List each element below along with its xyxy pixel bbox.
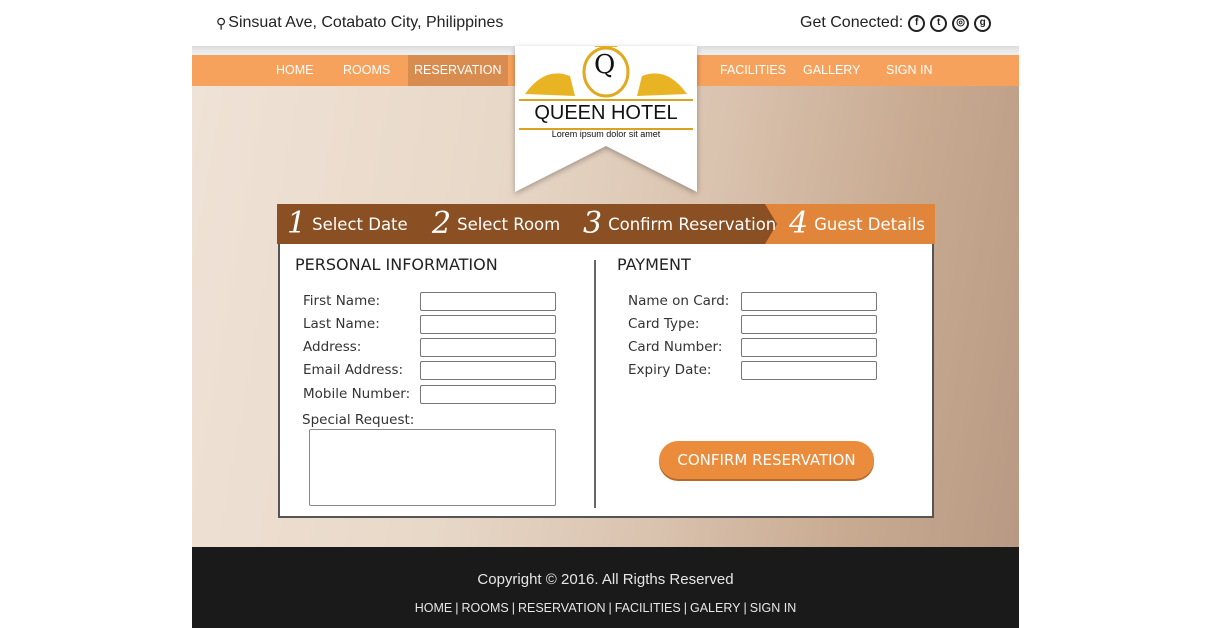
special-request-label: Special Request:	[302, 412, 415, 428]
confirm-reservation-button[interactable]: CONFIRM RESERVATION	[659, 441, 874, 479]
name-on-card-input[interactable]	[741, 292, 877, 311]
address-label: Address:	[303, 339, 362, 355]
footer-link-home[interactable]: HOME	[415, 601, 453, 615]
nav-sign-in[interactable]: SIGN IN	[880, 55, 939, 86]
payment-title: PAYMENT	[617, 255, 691, 274]
footer-link-facilities[interactable]: FACILITIES	[615, 601, 681, 615]
logo-tagline: Lorem ipsum dolor sit amet	[551, 129, 661, 139]
location-pin-icon: ⚲	[216, 14, 227, 31]
address-input[interactable]	[420, 338, 556, 357]
step-select-room[interactable]: 2 Select Room	[432, 204, 560, 244]
card-type-input[interactable]	[741, 315, 877, 334]
mobile-input[interactable]	[420, 385, 556, 404]
last-name-label: Last Name:	[303, 316, 380, 332]
footer-links: HOME | ROOMS | RESERVATION | FACILITIES | GALERY…	[414, 601, 797, 615]
section-divider	[594, 260, 596, 508]
nav-facilities[interactable]: FACILITIES	[714, 55, 792, 86]
copyright: Copyright © 2016. All Rigths Reserved	[477, 571, 734, 588]
guest-details-form: PERSONAL INFORMATION First Name: Last Na…	[278, 244, 934, 518]
footer-link-reservation[interactable]: RESERVATION	[518, 601, 606, 615]
nav-gallery[interactable]: GALLERY	[797, 55, 866, 86]
step-select-date[interactable]: 1 Select Date	[287, 204, 408, 244]
step-guest-details[interactable]: 4 Guest Details	[789, 204, 925, 244]
email-input[interactable]	[420, 361, 556, 380]
name-on-card-label: Name on Card:	[628, 293, 730, 309]
nav-home[interactable]: HOME	[270, 55, 320, 86]
email-label: Email Address:	[303, 362, 404, 378]
special-request-textarea[interactable]	[309, 429, 556, 506]
first-name-label: First Name:	[303, 293, 381, 309]
logo-name: QUEEN HOTEL	[534, 102, 678, 124]
nav-rooms[interactable]: ROOMS	[337, 55, 396, 86]
address: ⚲ Sinsuat Ave, Cotabato City, Philippine…	[216, 14, 504, 31]
first-name-input[interactable]	[420, 292, 556, 311]
mobile-label: Mobile Number:	[303, 386, 411, 402]
step-confirm-reservation[interactable]: 3 Confirm Reservation	[583, 204, 776, 244]
card-number-input[interactable]	[741, 338, 877, 357]
social-links: Get Conected: f t ◎ g	[800, 14, 992, 32]
footer-link-sign-in[interactable]: SIGN IN	[750, 601, 797, 615]
social-label: Get Conected:	[800, 14, 904, 31]
footer-link-rooms[interactable]: ROOMS	[461, 601, 508, 615]
expiry-date-label: Expiry Date:	[628, 362, 712, 378]
card-number-label: Card Number:	[628, 339, 723, 355]
twitter-icon[interactable]: t	[930, 14, 948, 32]
hotel-logo[interactable]: Q QUEEN HOTEL Lorem ipsum dolor sit amet	[515, 46, 697, 192]
facebook-icon[interactable]: f	[908, 14, 926, 32]
reservation-steps: 1 Select Date 2 Select Room 3 Confirm Reser…	[277, 204, 935, 244]
footer: Copyright © 2016. All Rigths Reserved HO…	[192, 547, 1019, 628]
google-plus-icon[interactable]: g	[974, 14, 992, 32]
logo-letter: Q	[594, 50, 616, 80]
expiry-date-input[interactable]	[741, 361, 877, 380]
last-name-input[interactable]	[420, 315, 556, 334]
footer-link-gallery[interactable]: GALERY	[690, 601, 741, 615]
card-type-label: Card Type:	[628, 316, 700, 332]
personal-info-title: PERSONAL INFORMATION	[295, 255, 498, 274]
nav-reservation[interactable]: RESERVATION	[408, 55, 508, 86]
instagram-icon[interactable]: ◎	[952, 14, 970, 32]
